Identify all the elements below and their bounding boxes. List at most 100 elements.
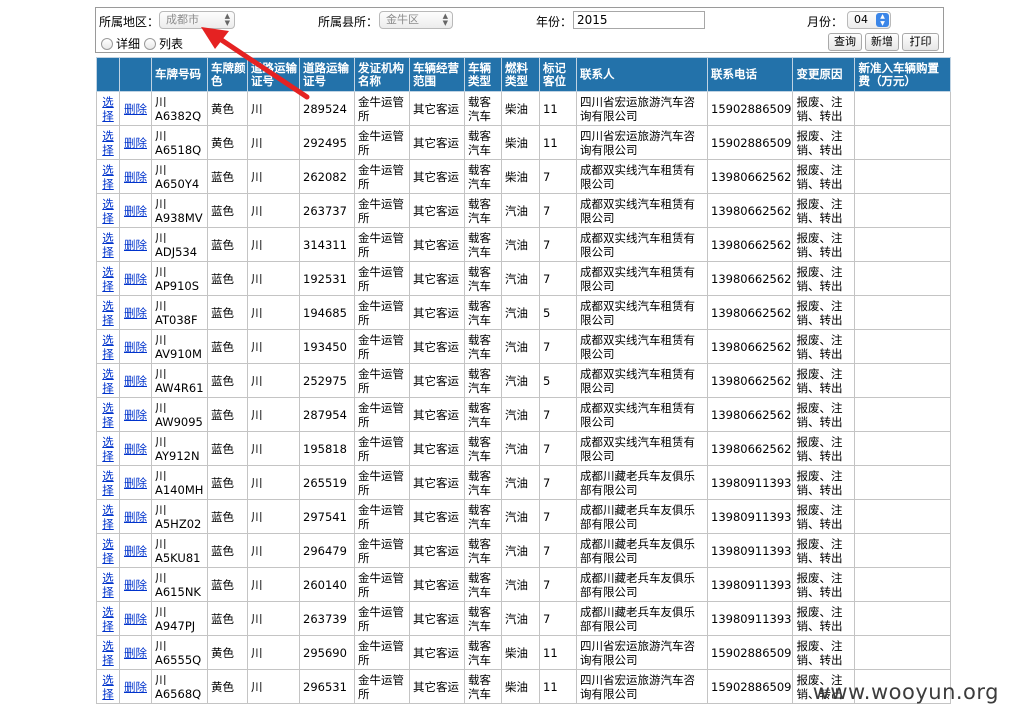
select-link[interactable]: 选择 bbox=[96, 567, 120, 602]
cell-plate: 川A947PJ bbox=[151, 601, 208, 636]
select-link[interactable]: 选择 bbox=[96, 329, 120, 364]
cell-phone: 13980662562 bbox=[706, 329, 794, 364]
delete-link[interactable]: 删除 bbox=[119, 669, 152, 704]
cell-plate: 川A650Y4 bbox=[151, 159, 208, 194]
cell-reason: 报废、注销、转出 bbox=[792, 159, 856, 194]
delete-link[interactable]: 删除 bbox=[119, 295, 152, 330]
cell-reason: 报废、注销、转出 bbox=[792, 295, 856, 330]
cell-fee bbox=[854, 363, 952, 398]
select-link[interactable]: 选择 bbox=[96, 193, 120, 228]
query-button[interactable]: 查询 bbox=[828, 33, 862, 51]
cell-fuel: 汽油 bbox=[501, 329, 540, 364]
delete-link[interactable]: 删除 bbox=[119, 363, 152, 398]
cell-contact: 四川省宏运旅游汽车咨询有限公司 bbox=[576, 91, 708, 126]
view-detail-option[interactable]: 详细 bbox=[101, 35, 140, 52]
cell-cert-b: 314311 bbox=[299, 227, 355, 262]
delete-link[interactable]: 删除 bbox=[119, 465, 152, 500]
cell-cert-b: 193450 bbox=[299, 329, 355, 364]
delete-link[interactable]: 删除 bbox=[119, 635, 152, 670]
delete-link[interactable]: 删除 bbox=[119, 567, 152, 602]
select-link[interactable]: 选择 bbox=[96, 431, 120, 466]
cell-plate: 川A5HZ02 bbox=[151, 499, 208, 534]
cell-scope: 其它客运 bbox=[409, 431, 465, 466]
county-select-value: 金牛区 bbox=[386, 13, 419, 26]
select-link[interactable]: 选择 bbox=[96, 159, 120, 194]
cell-vtype: 载客汽车 bbox=[464, 397, 502, 432]
cell-contact: 成都双实线汽车租赁有限公司 bbox=[576, 431, 708, 466]
select-link[interactable]: 选择 bbox=[96, 363, 120, 398]
cell-plate: 川AW9095 bbox=[151, 397, 208, 432]
select-link[interactable]: 选择 bbox=[96, 601, 120, 636]
cell-plate: 川A5KU81 bbox=[151, 533, 208, 568]
add-button[interactable]: 新增 bbox=[865, 33, 899, 51]
delete-link[interactable]: 删除 bbox=[119, 397, 152, 432]
cell-phone: 13980662562 bbox=[706, 159, 794, 194]
cell-color: 蓝色 bbox=[207, 465, 248, 500]
cell-reason: 报废、注销、转出 bbox=[792, 261, 856, 296]
table-row: 选择 删除 川A140MH 蓝色川 265519 金牛运管所 其它客运 载客汽车 汽油 7 成都川藏… bbox=[96, 465, 952, 500]
month-select[interactable]: 04 ▲ ▼ bbox=[847, 11, 891, 29]
delete-link[interactable]: 删除 bbox=[119, 193, 152, 228]
delete-link[interactable]: 删除 bbox=[119, 159, 152, 194]
cell-contact: 成都双实线汽车租赁有限公司 bbox=[576, 397, 708, 432]
cell-fuel: 汽油 bbox=[501, 295, 540, 330]
cell-org: 金牛运管所 bbox=[354, 567, 410, 602]
delete-link[interactable]: 删除 bbox=[119, 431, 152, 466]
cell-scope: 其它客运 bbox=[409, 261, 465, 296]
delete-link[interactable]: 删除 bbox=[119, 91, 152, 126]
delete-link[interactable]: 删除 bbox=[119, 533, 152, 568]
select-link[interactable]: 选择 bbox=[96, 635, 120, 670]
table-row: 选择 删除 川A615NK 蓝色川 260140 金牛运管所 其它客运 载客汽车 汽油 7 成都川藏… bbox=[96, 567, 952, 602]
select-link[interactable]: 选择 bbox=[96, 465, 120, 500]
delete-link[interactable]: 删除 bbox=[119, 499, 152, 534]
select-link[interactable]: 选择 bbox=[96, 125, 120, 160]
cell-fuel: 汽油 bbox=[501, 431, 540, 466]
print-button[interactable]: 打印 bbox=[902, 33, 939, 51]
delete-link[interactable]: 删除 bbox=[119, 227, 152, 262]
cell-org: 金牛运管所 bbox=[354, 261, 410, 296]
delete-link[interactable]: 删除 bbox=[119, 601, 152, 636]
select-link[interactable]: 选择 bbox=[96, 227, 120, 262]
delete-link[interactable]: 删除 bbox=[119, 261, 152, 296]
delete-link[interactable]: 删除 bbox=[119, 125, 152, 160]
cell-cert-b: 287954 bbox=[299, 397, 355, 432]
radio-icon[interactable] bbox=[101, 37, 113, 50]
view-list-option[interactable]: 列表 bbox=[144, 35, 183, 52]
cell-contact: 成都双实线汽车租赁有限公司 bbox=[576, 227, 708, 262]
select-link[interactable]: 选择 bbox=[96, 669, 120, 704]
county-select[interactable]: 金牛区 ▲ ▼ bbox=[379, 11, 453, 29]
cell-reason: 报废、注销、转出 bbox=[792, 227, 856, 262]
county-label: 所属县所： bbox=[318, 15, 379, 29]
table-row: 选择 删除 川AT038F 蓝色川 194685 金牛运管所 其它客运 载客汽车 汽油 5 成都双实… bbox=[96, 295, 952, 330]
radio-icon[interactable] bbox=[144, 37, 156, 50]
cell-phone: 13980911393 bbox=[706, 499, 794, 534]
cell-seats: 7 bbox=[539, 397, 577, 432]
year-input[interactable]: 2015 bbox=[573, 11, 705, 29]
cell-vtype: 载客汽车 bbox=[464, 91, 502, 126]
cell-vtype: 载客汽车 bbox=[464, 363, 502, 398]
select-link[interactable]: 选择 bbox=[96, 533, 120, 568]
cell-seats: 5 bbox=[539, 363, 577, 398]
cell-plate: 川AP910S bbox=[151, 261, 208, 296]
cell-fuel: 汽油 bbox=[501, 193, 540, 228]
column-header: 新准入车辆购置费（万元） bbox=[854, 57, 952, 92]
delete-link[interactable]: 删除 bbox=[119, 329, 152, 364]
cell-vtype: 载客汽车 bbox=[464, 669, 502, 704]
select-link[interactable]: 选择 bbox=[96, 295, 120, 330]
cell-color: 蓝色 bbox=[207, 227, 248, 262]
table-row: 选择 删除 川A6555Q 黄色川 295690 金牛运管所 其它客运 载客汽车 柴油 11 四川省… bbox=[96, 635, 952, 670]
select-link[interactable]: 选择 bbox=[96, 91, 120, 126]
month-select-value: 04 bbox=[854, 13, 868, 26]
cell-fee bbox=[854, 533, 952, 568]
cell-color: 蓝色 bbox=[207, 295, 248, 330]
select-link[interactable]: 选择 bbox=[96, 261, 120, 296]
cell-plate: 川A6568Q bbox=[151, 669, 208, 704]
cell-contact: 四川省宏运旅游汽车咨询有限公司 bbox=[576, 125, 708, 160]
cell-vtype: 载客汽车 bbox=[464, 499, 502, 534]
select-arrows-icon: ▲ ▼ bbox=[442, 12, 448, 27]
select-link[interactable]: 选择 bbox=[96, 499, 120, 534]
cell-color: 蓝色 bbox=[207, 567, 248, 602]
select-link[interactable]: 选择 bbox=[96, 397, 120, 432]
cell-seats: 11 bbox=[539, 91, 577, 126]
cell-phone: 13980662562 bbox=[706, 261, 794, 296]
